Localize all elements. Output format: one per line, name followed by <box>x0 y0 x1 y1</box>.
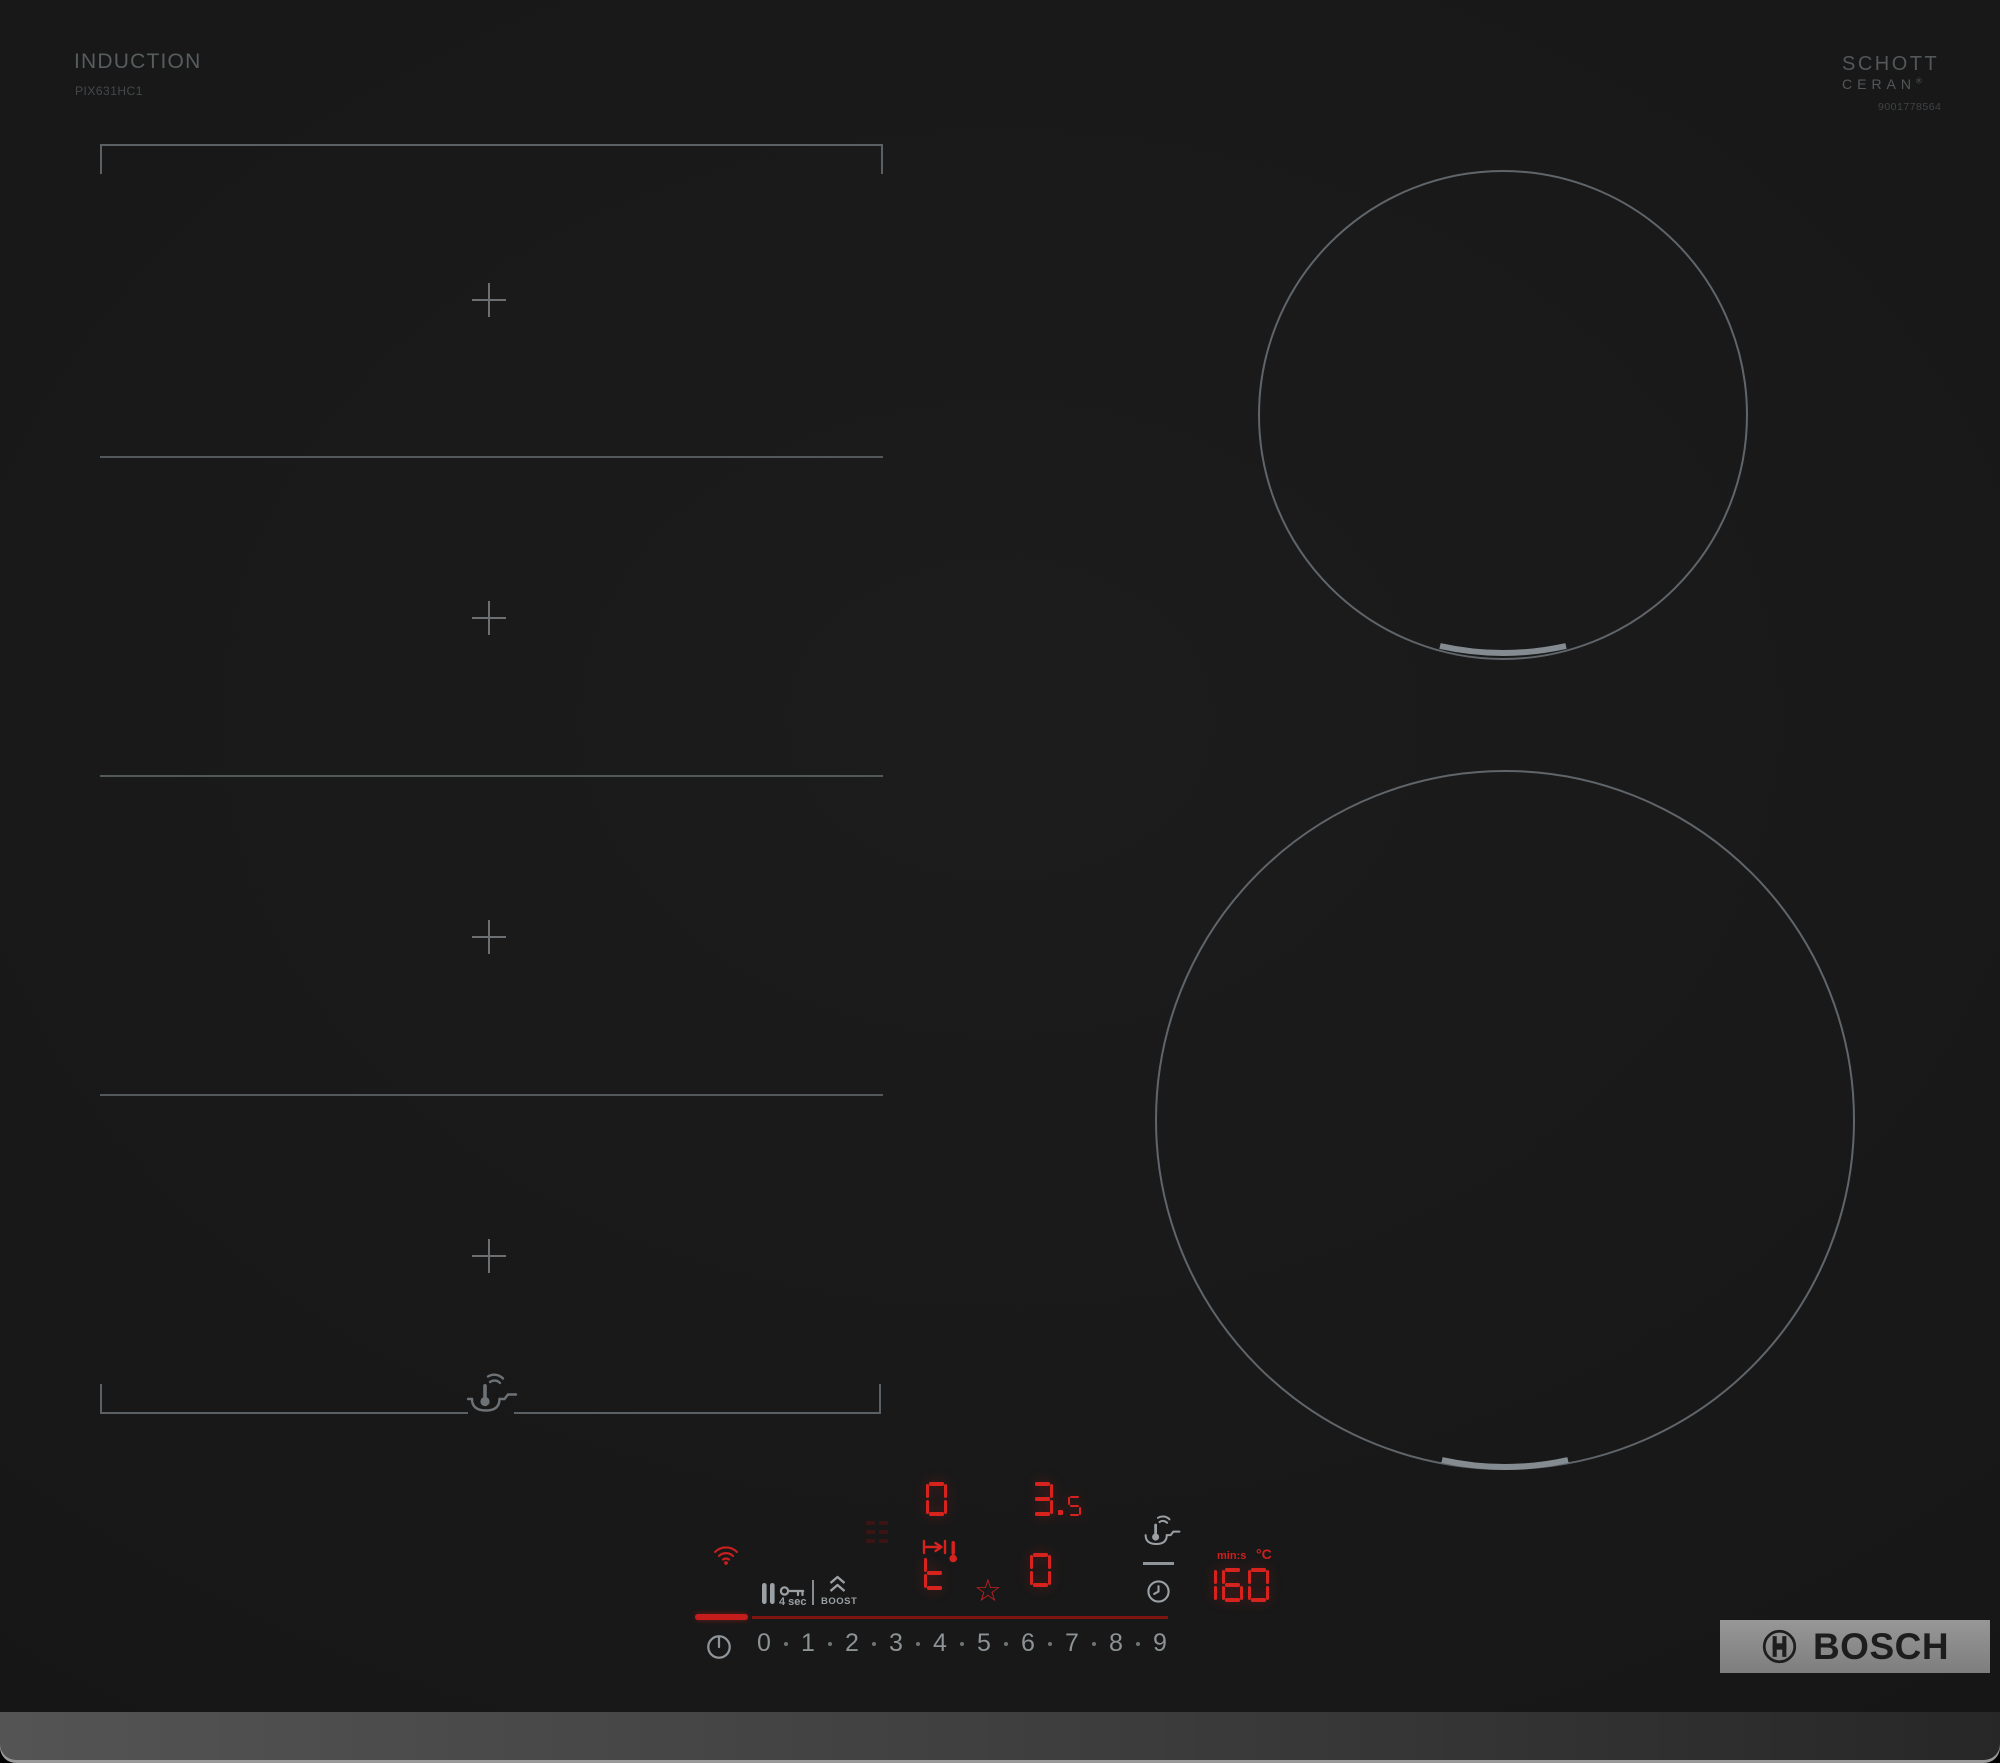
bosch-logo-badge: BOSCH <box>1720 1620 1990 1673</box>
flex-zone-bottom-bracket-right <box>514 1384 881 1414</box>
control-divider <box>812 1580 814 1605</box>
timer-unit-label: min:s <box>1217 1550 1247 1562</box>
front-trim-strip <box>0 1712 2000 1763</box>
flex-zone-2-plus-icon[interactable] <box>472 601 506 635</box>
level-separator-dot <box>1134 1641 1142 1646</box>
power-level-4[interactable]: 4 <box>922 1629 958 1658</box>
flex-zone-4-plus-icon[interactable] <box>472 1239 506 1273</box>
flex-zone-level-display <box>926 1482 947 1516</box>
power-level-0[interactable]: 0 <box>746 1629 782 1658</box>
flex-zone-bottom-bracket-left <box>100 1384 468 1414</box>
timer-clock-icon[interactable] <box>1146 1579 1171 1604</box>
bottom-zone-level-display <box>1030 1553 1051 1587</box>
sensor-underline <box>1143 1562 1174 1565</box>
level-separator-dot <box>914 1641 922 1646</box>
flex-zone-divider-1 <box>100 456 883 458</box>
model-number-label: PIX631HC1 <box>75 84 143 98</box>
level-separator-dot <box>1090 1641 1098 1646</box>
rear-zone-pan-marker <box>1439 643 1567 656</box>
fry-sensor-pan-icon <box>466 1373 518 1412</box>
temp-unit-label: °C <box>1256 1546 1272 1562</box>
product-type-label: INDUCTION <box>74 50 202 73</box>
boost-label[interactable]: BOOST <box>821 1596 857 1607</box>
level-separator-dot <box>782 1641 790 1646</box>
power-level-7[interactable]: 7 <box>1054 1629 1090 1658</box>
bosch-symbol-icon <box>1762 1629 1797 1664</box>
key-lock-label: 4 sec <box>779 1596 807 1608</box>
right-zone-level-display <box>1032 1482 1081 1516</box>
power-level-9[interactable]: 9 <box>1142 1629 1178 1658</box>
flex-zone-top-bracket <box>100 144 883 174</box>
power-level-row[interactable]: 0123456789 <box>746 1629 1178 1658</box>
power-button[interactable] <box>705 1633 733 1661</box>
power-slider-active-segment[interactable] <box>695 1614 748 1620</box>
registered-mark: ® <box>1916 76 1922 86</box>
power-level-1[interactable]: 1 <box>790 1629 826 1658</box>
power-level-3[interactable]: 3 <box>878 1629 914 1658</box>
temp-mode-display <box>924 1556 945 1590</box>
schott-logo-line1: SCHOTT <box>1842 53 1940 75</box>
schott-logo-line2: CERAN® <box>1842 76 1922 92</box>
level-separator-dot <box>870 1641 878 1646</box>
timer-display <box>1196 1568 1269 1602</box>
power-level-8[interactable]: 8 <box>1098 1629 1134 1658</box>
flex-zone-1-plus-icon[interactable] <box>472 283 506 317</box>
pause-icon[interactable] <box>760 1582 777 1605</box>
favorite-star-icon[interactable]: ☆ <box>974 1575 1002 1606</box>
bosch-logo-text: BOSCH <box>1812 1626 1950 1667</box>
unlit-display-segments <box>866 1521 888 1543</box>
boost-chevrons-icon[interactable] <box>827 1575 848 1594</box>
power-level-6[interactable]: 6 <box>1010 1629 1046 1658</box>
power-level-2[interactable]: 2 <box>834 1629 870 1658</box>
power-level-5[interactable]: 5 <box>966 1629 1002 1658</box>
schott-ceran-logo: SCHOTT CERAN® <box>1842 53 1939 92</box>
level-separator-dot <box>1046 1641 1054 1646</box>
cooking-sensor-icon[interactable] <box>1141 1514 1181 1547</box>
front-zone-pan-marker <box>1441 1457 1569 1470</box>
front-right-cooking-zone <box>1155 770 1855 1470</box>
level-separator-dot <box>958 1641 966 1646</box>
flex-zone-divider-3 <box>100 1094 883 1096</box>
power-slider-track[interactable] <box>752 1616 1168 1619</box>
wifi-icon <box>713 1546 739 1565</box>
flex-zone-3-plus-icon[interactable] <box>472 920 506 954</box>
serial-number: 9001778564 <box>1878 101 1942 113</box>
level-separator-dot <box>826 1641 834 1646</box>
flex-zone-divider-2 <box>100 775 883 777</box>
induction-hob: INDUCTION PIX631HC1 SCHOTT CERAN® 900177… <box>0 0 2000 1763</box>
rear-right-cooking-zone <box>1258 170 1748 660</box>
level-separator-dot <box>1002 1641 1010 1646</box>
